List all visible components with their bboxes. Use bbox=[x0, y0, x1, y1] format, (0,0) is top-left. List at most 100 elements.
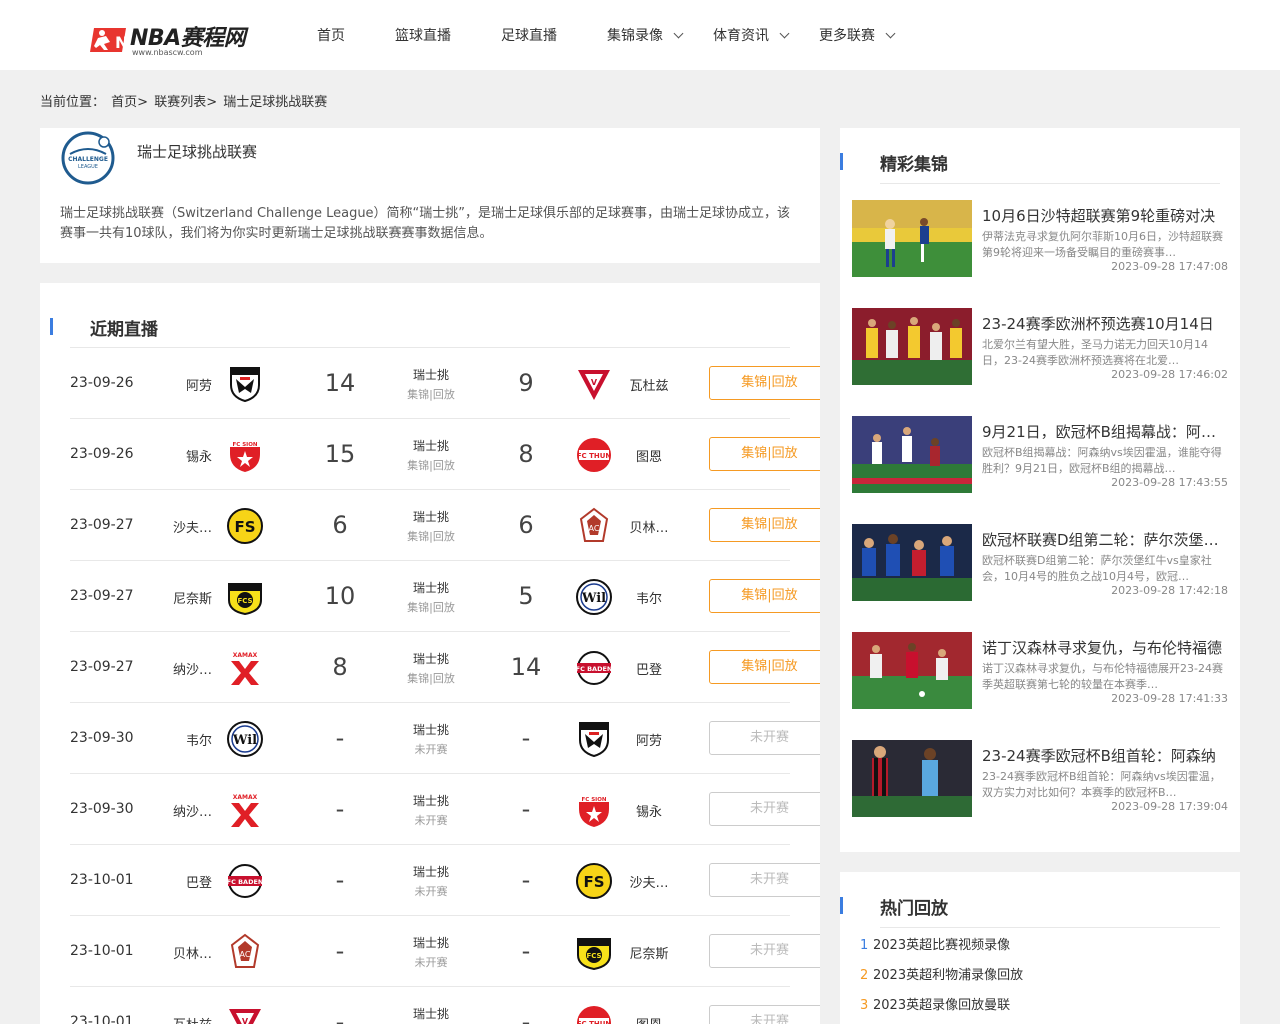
away-team-name[interactable]: 瓦杜兹 bbox=[623, 375, 675, 394]
match-league: 瑞士挑 bbox=[412, 581, 449, 595]
home-team-name[interactable]: 锡永 bbox=[166, 446, 212, 465]
not-started-button[interactable]: 未开赛 bbox=[709, 721, 820, 755]
away-team-name[interactable]: 贝林… bbox=[623, 517, 675, 536]
news-thumbnail[interactable] bbox=[852, 740, 972, 817]
svg-text:XAMAX: XAMAX bbox=[233, 652, 258, 659]
news-title[interactable]: 9月21日，欧冠杯B组揭幕战：阿森纳 bbox=[982, 421, 1224, 442]
away-team-name[interactable]: 图恩 bbox=[623, 446, 675, 465]
nav-item-football-live[interactable]: 足球直播 bbox=[501, 25, 557, 45]
news-thumbnail[interactable] bbox=[852, 632, 972, 709]
site-logo[interactable]: N NBA赛程网 www.nbascw.com bbox=[88, 18, 280, 58]
away-team-name[interactable]: 图恩 bbox=[623, 1014, 675, 1024]
away-team-badge[interactable]: AC bbox=[575, 507, 613, 545]
home-score: 14 bbox=[324, 369, 356, 397]
home-team-name[interactable]: 阿劳 bbox=[166, 375, 212, 394]
svg-text:FC THUN: FC THUN bbox=[577, 452, 612, 460]
not-started-button[interactable]: 未开赛 bbox=[709, 1005, 820, 1024]
news-item[interactable]: 欧冠杯联赛D组第二轮：萨尔茨堡红牛 欧冠杯联赛D组第二轮：萨尔茨堡红牛vs皇家社会… bbox=[852, 524, 1232, 601]
news-title[interactable]: 10月6日沙特超联赛第9轮重磅对决 bbox=[982, 205, 1224, 226]
away-team-badge[interactable]: V bbox=[575, 365, 613, 403]
home-team-name[interactable]: 瓦杜兹 bbox=[166, 1014, 212, 1024]
home-team-badge[interactable]: FC SION bbox=[226, 436, 264, 474]
away-team-badge[interactable] bbox=[575, 720, 613, 758]
away-team-badge[interactable]: FC BADEN bbox=[575, 649, 613, 687]
away-score: - bbox=[521, 866, 531, 894]
not-started-button[interactable]: 未开赛 bbox=[709, 863, 820, 897]
home-team-name[interactable]: 巴登 bbox=[166, 872, 212, 891]
away-team-name[interactable]: 锡永 bbox=[623, 801, 675, 820]
home-team-badge[interactable]: XAMAX bbox=[226, 649, 264, 687]
hot-replay-label[interactable]: 2023英超录像回放曼联 bbox=[873, 998, 1010, 1013]
match-league: 瑞士挑 bbox=[412, 439, 449, 453]
news-title[interactable]: 23-24赛季欧冠杯B组首轮：阿森纳 bbox=[982, 745, 1224, 766]
home-team-badge[interactable]: XAMAX bbox=[226, 791, 264, 829]
news-title[interactable]: 欧冠杯联赛D组第二轮：萨尔茨堡红牛 bbox=[982, 529, 1224, 550]
nav-item-highlights[interactable]: 集锦录像 bbox=[607, 25, 684, 45]
hot-replay-item[interactable]: 3 2023英超录像回放曼联 bbox=[860, 994, 1010, 1013]
away-team-name[interactable]: 尼奈斯 bbox=[623, 943, 675, 962]
not-started-button[interactable]: 未开赛 bbox=[709, 934, 820, 968]
home-team-name[interactable]: 纳沙… bbox=[166, 801, 212, 820]
home-team-badge[interactable]: FC BADEN bbox=[226, 862, 264, 900]
hot-replay-label[interactable]: 2023英超比赛视频录像 bbox=[873, 938, 1010, 953]
replay-button[interactable]: 集锦|回放 bbox=[709, 366, 820, 400]
away-team-badge[interactable]: Wil bbox=[575, 578, 613, 616]
replay-button[interactable]: 集锦|回放 bbox=[709, 650, 820, 684]
breadcrumb-home[interactable]: 首页> bbox=[111, 95, 148, 110]
match-date: 23-10-01 bbox=[70, 1014, 134, 1024]
news-thumbnail[interactable] bbox=[852, 308, 972, 385]
home-team-badge[interactable]: AC bbox=[226, 933, 264, 971]
replay-button[interactable]: 集锦|回放 bbox=[709, 437, 820, 471]
news-item[interactable]: 23-24赛季欧洲杯预选赛10月14日 北爱尔兰有望大胜，圣马力诺无力回天10月1… bbox=[852, 308, 1232, 385]
replay-button[interactable]: 集锦|回放 bbox=[709, 579, 820, 613]
away-team-name[interactable]: 韦尔 bbox=[623, 588, 675, 607]
hot-replay-label[interactable]: 2023英超利物浦录像回放 bbox=[873, 968, 1023, 983]
news-item[interactable]: 10月6日沙特超联赛第9轮重磅对决 伊蒂法克寻求复仇阿尔菲斯10月6日，沙特超联赛… bbox=[852, 200, 1232, 277]
home-team-badge[interactable]: FCS bbox=[226, 578, 264, 616]
news-item[interactable]: 诺丁汉森林寻求复仇，与布伦特福德 诺丁汉森林寻求复仇，与布伦特福德展开23-24赛… bbox=[852, 632, 1232, 709]
nav-item-more-leagues[interactable]: 更多联赛 bbox=[819, 25, 896, 45]
home-team-name[interactable]: 沙夫… bbox=[166, 517, 212, 536]
news-title[interactable]: 23-24赛季欧洲杯预选赛10月14日 bbox=[982, 313, 1224, 334]
hot-replay-item[interactable]: 1 2023英超比赛视频录像 bbox=[860, 934, 1010, 953]
home-team-name[interactable]: 尼奈斯 bbox=[166, 588, 212, 607]
home-team-badge[interactable] bbox=[226, 365, 264, 403]
news-item[interactable]: 23-24赛季欧冠杯B组首轮：阿森纳 23-24赛季欧冠杯B组首轮：阿森纳vs埃因… bbox=[852, 740, 1232, 817]
home-team-badge[interactable]: V bbox=[226, 1004, 264, 1024]
breadcrumb: 当前位置： 首页> 联赛列表> 瑞士足球挑战联赛 bbox=[40, 91, 329, 110]
nav-item-sports-news[interactable]: 体育资讯 bbox=[713, 25, 790, 45]
news-item[interactable]: 9月21日，欧冠杯B组揭幕战：阿森纳 欧冠杯B组揭幕战：阿森纳vs埃因霍温，谁能夺… bbox=[852, 416, 1232, 493]
away-team-badge[interactable]: FCS bbox=[575, 933, 613, 971]
news-thumbnail[interactable] bbox=[852, 200, 972, 277]
match-date: 23-09-30 bbox=[70, 801, 134, 817]
nav-item-home[interactable]: 首页 bbox=[317, 25, 345, 45]
replay-button[interactable]: 集锦|回放 bbox=[709, 508, 820, 542]
away-team-badge[interactable]: FC THUN bbox=[575, 1004, 613, 1024]
logo-player-icon: N bbox=[90, 28, 128, 52]
news-thumbnail[interactable] bbox=[852, 416, 972, 493]
hot-replay-item[interactable]: 2 2023英超利物浦录像回放 bbox=[860, 964, 1023, 983]
news-description: 23-24赛季欧冠杯B组首轮：阿森纳vs埃因霍温，双方实力对比如何？本赛季的欧冠… bbox=[982, 770, 1221, 799]
home-team-badge[interactable]: FS bbox=[226, 507, 264, 545]
home-team-name[interactable]: 纳沙… bbox=[166, 659, 212, 678]
hot-rank-number: 1 bbox=[860, 938, 869, 953]
away-team-badge[interactable]: FS bbox=[575, 862, 613, 900]
news-title[interactable]: 诺丁汉森林寻求复仇，与布伦特福德 bbox=[982, 637, 1224, 658]
away-team-badge[interactable]: FC SION bbox=[575, 791, 613, 829]
svg-text:V: V bbox=[591, 378, 598, 387]
away-team-name[interactable]: 沙夫… bbox=[623, 872, 675, 891]
news-time: 2023-09-28 17:41:33 bbox=[1111, 692, 1228, 705]
svg-text:FC BADEN: FC BADEN bbox=[227, 878, 264, 886]
breadcrumb-league-list[interactable]: 联赛列表> bbox=[154, 95, 217, 110]
nav-item-basketball-live[interactable]: 篮球直播 bbox=[395, 25, 451, 45]
home-team-name[interactable]: 韦尔 bbox=[166, 730, 212, 749]
home-team-badge[interactable]: Wil bbox=[226, 720, 264, 758]
away-team-name[interactable]: 阿劳 bbox=[623, 730, 675, 749]
not-started-button[interactable]: 未开赛 bbox=[709, 792, 820, 826]
home-team-name[interactable]: 贝林… bbox=[166, 943, 212, 962]
news-thumbnail[interactable] bbox=[852, 524, 972, 601]
match-league: 瑞士挑 bbox=[412, 510, 449, 524]
away-team-badge[interactable]: FC THUN bbox=[575, 436, 613, 474]
away-team-name[interactable]: 巴登 bbox=[623, 659, 675, 678]
home-score: 10 bbox=[324, 582, 356, 610]
